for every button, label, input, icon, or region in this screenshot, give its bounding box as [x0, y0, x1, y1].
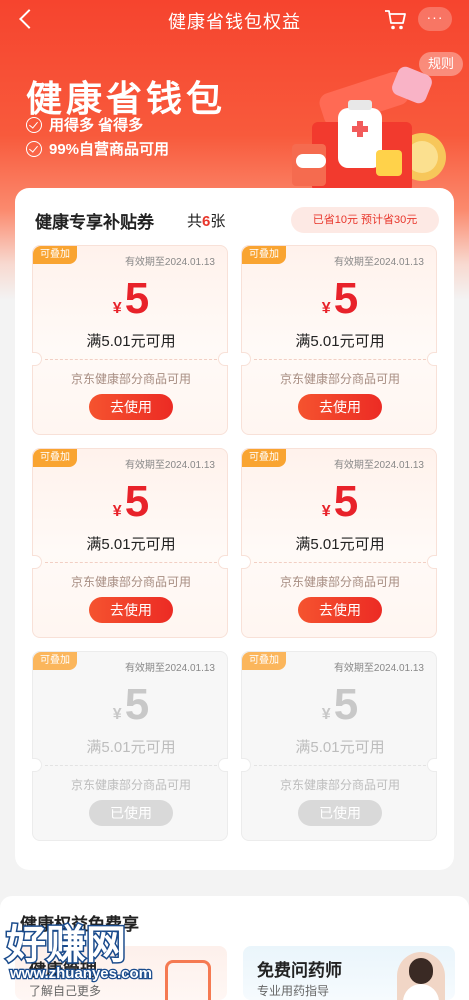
coupon-value: 5 — [333, 477, 359, 526]
service-subtitle: 专业用药指导 — [257, 984, 330, 998]
expiry-date: 有效期至2024.01.13 — [124, 663, 215, 674]
expiry-date: 有效期至2024.01.13 — [124, 460, 215, 471]
benefits-section: 健康权益免费享 健康管理 了解自己更多 免费问药师 专业用药指导 — [0, 896, 469, 1000]
coupon-card: 可叠加有效期至2024.01.13 ¥5 满5.01元可用京东健康部分商品可用已使用 — [241, 651, 437, 841]
coupon-value: 5 — [124, 477, 150, 526]
use-coupon-button[interactable]: 去使用 — [89, 597, 173, 623]
coupon-scope: 京东健康部分商品可用 — [279, 778, 400, 792]
coupon-value: 5 — [333, 274, 359, 323]
service-title: 健康管理 — [29, 961, 97, 980]
currency-symbol: ¥ — [112, 503, 122, 520]
hero-feature-text: 用得多 省得多 — [49, 117, 144, 134]
ticket-notch — [218, 758, 228, 772]
stackable-tag: 可叠加 — [242, 246, 286, 264]
rules-button[interactable]: 规则 — [419, 52, 463, 76]
coupon-scope: 京东健康部分商品可用 — [279, 575, 400, 589]
service-subtitle: 了解自己更多 — [29, 984, 102, 998]
ticket-notch — [427, 758, 437, 772]
coupon-condition: 满5.01元可用 — [86, 536, 176, 553]
dashed-divider — [45, 359, 217, 360]
coupon-scope: 京东健康部分商品可用 — [70, 778, 191, 792]
benefits-title: 健康权益免费享 — [20, 915, 139, 934]
currency-symbol: ¥ — [321, 503, 331, 520]
expiry-date: 有效期至2024.01.13 — [333, 257, 424, 268]
coupon-amount: ¥5 — [242, 680, 438, 730]
expiry-date: 有效期至2024.01.13 — [333, 663, 424, 674]
coupon-count: 共6张 — [187, 213, 226, 230]
ticket-notch — [241, 555, 251, 569]
service-title: 免费问药师 — [257, 961, 342, 980]
coupon-condition: 满5.01元可用 — [86, 333, 176, 350]
stackable-tag: 可叠加 — [33, 652, 77, 670]
ticket-notch — [427, 555, 437, 569]
dashed-divider — [254, 562, 426, 563]
ticket-notch — [218, 555, 228, 569]
health-management-card[interactable]: 健康管理 了解自己更多 — [15, 946, 227, 1000]
coupon-card: 可叠加有效期至2024.01.13 ¥5 满5.01元可用京东健康部分商品可用已使用 — [32, 651, 228, 841]
ticket-notch — [241, 758, 251, 772]
use-coupon-button[interactable]: 去使用 — [89, 394, 173, 420]
coupon-scope: 京东健康部分商品可用 — [70, 372, 191, 386]
gift-box-illustration — [292, 66, 446, 192]
savings-badge: 已省10元 预计省30元 — [291, 207, 439, 233]
coupon-card: 可叠加有效期至2024.01.13 ¥5 满5.01元可用京东健康部分商品可用去使用 — [32, 448, 228, 638]
ticket-notch — [32, 352, 42, 366]
used-button: 已使用 — [298, 800, 382, 826]
dashed-divider — [45, 562, 217, 563]
dashed-divider — [45, 765, 217, 766]
coupon-condition: 满5.01元可用 — [295, 333, 385, 350]
coupon-scope: 京东健康部分商品可用 — [279, 372, 400, 386]
expiry-date: 有效期至2024.01.13 — [124, 257, 215, 268]
stackable-tag: 可叠加 — [242, 652, 286, 670]
currency-symbol: ¥ — [112, 706, 122, 723]
expiry-date: 有效期至2024.01.13 — [333, 460, 424, 471]
hero-feature: 用得多 省得多 — [26, 114, 143, 135]
coupon-amount: ¥5 — [33, 680, 229, 730]
hero-feature: 99%自营商品可用 — [26, 138, 169, 159]
stackable-tag: 可叠加 — [242, 449, 286, 467]
coupon-amount: ¥5 — [242, 477, 438, 527]
coupon-condition: 满5.01元可用 — [295, 536, 385, 553]
use-coupon-button[interactable]: 去使用 — [298, 597, 382, 623]
check-circle-icon — [26, 140, 42, 157]
navigation-bar: 健康省钱包权益 ··· — [0, 0, 469, 40]
coupon-amount: ¥5 — [242, 274, 438, 324]
coupon-amount: ¥5 — [33, 477, 229, 527]
used-button: 已使用 — [89, 800, 173, 826]
coupon-condition: 满5.01元可用 — [86, 739, 176, 756]
more-options-button[interactable]: ··· — [418, 7, 452, 31]
coupon-scope: 京东健康部分商品可用 — [70, 575, 191, 589]
clipboard-icon — [165, 960, 211, 1000]
coupon-value: 5 — [124, 274, 150, 323]
coupon-value: 5 — [333, 680, 359, 729]
ticket-notch — [32, 555, 42, 569]
coupon-card: 可叠加有效期至2024.01.13 ¥5 满5.01元可用京东健康部分商品可用去使用 — [241, 245, 437, 435]
check-circle-icon — [26, 116, 42, 133]
coupon-panel: 健康专享补贴券 共6张 已省10元 预计省30元 可叠加有效期至2024.01.… — [15, 188, 454, 870]
dashed-divider — [254, 359, 426, 360]
coupon-card: 可叠加有效期至2024.01.13 ¥5 满5.01元可用京东健康部分商品可用去使用 — [241, 448, 437, 638]
currency-symbol: ¥ — [321, 300, 331, 317]
coupon-value: 5 — [124, 680, 150, 729]
currency-symbol: ¥ — [321, 706, 331, 723]
stackable-tag: 可叠加 — [33, 246, 77, 264]
ticket-notch — [32, 758, 42, 772]
dashed-divider — [254, 765, 426, 766]
stackable-tag: 可叠加 — [33, 449, 77, 467]
coupon-card: 可叠加有效期至2024.01.13 ¥5 满5.01元可用京东健康部分商品可用去使用 — [32, 245, 228, 435]
use-coupon-button[interactable]: 去使用 — [298, 394, 382, 420]
pharmacist-avatar — [397, 952, 445, 1000]
ticket-notch — [427, 352, 437, 366]
hero-feature-text: 99%自营商品可用 — [49, 141, 170, 158]
section-title: 健康专享补贴券 — [35, 213, 154, 232]
shopping-cart-icon[interactable] — [384, 9, 408, 31]
pharmacist-card[interactable]: 免费问药师 专业用药指导 — [243, 946, 455, 1000]
ticket-notch — [241, 352, 251, 366]
coupon-amount: ¥5 — [33, 274, 229, 324]
ticket-notch — [218, 352, 228, 366]
coupon-condition: 满5.01元可用 — [295, 739, 385, 756]
currency-symbol: ¥ — [112, 300, 122, 317]
